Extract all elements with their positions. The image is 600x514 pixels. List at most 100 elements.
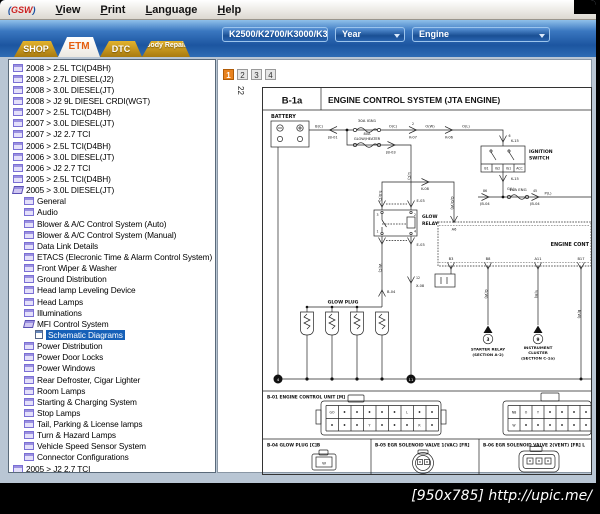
app-window: (GSW) View Print Language Help SHOP ETM … (0, 0, 596, 483)
sidebar-item[interactable]: 2008 > 2.5L TCI(D4BH) (9, 62, 215, 73)
ground-and-section-refs: 4 11 3 STARTER RELAY (SECTION A-2) 9 INS… (273, 325, 555, 384)
document-icon (24, 397, 34, 406)
sidebar-item[interactable]: 2006 > 3.0L DIESEL(JT) (9, 151, 215, 162)
sidebar-item[interactable]: Audio (9, 207, 215, 218)
connector-panel: B-01 ENGINE CONTROL UNIT [M] GO L Y R NB… (263, 390, 592, 474)
diagram-title-block: B-1a ENGINE CONTROL SYSTEM (JTA ENGINE) (263, 88, 591, 111)
sidebar-item[interactable]: 2007 > 3.0L DIESEL(JT) (9, 118, 215, 129)
sidebar-item[interactable]: 2008 > 3.0L DIESEL(JT) (9, 84, 215, 95)
sidebar-item-label: 2008 > 3.0L DIESEL(JT) (26, 84, 115, 95)
connector-label: B-04 (387, 290, 396, 294)
glow-plug-symbols: GLOW PLUG (300, 300, 389, 381)
sidebar-item[interactable]: Power Door Locks (9, 352, 215, 363)
sidebar-item-label: 2008 > 2.5L TCI(D4BH) (26, 62, 111, 73)
connector-label: K-06 (445, 136, 454, 140)
document-icon (24, 197, 34, 206)
sidebar-item[interactable]: Starting & Charging System (9, 396, 215, 407)
connector-label: K-08 (421, 187, 430, 191)
chevron-down-icon (539, 34, 545, 38)
sidebar-item[interactable]: Tail, Parking & License lamps (9, 419, 215, 430)
sidebar-item[interactable]: Blower & A/C Control System (Manual) (9, 229, 215, 240)
sidebar-item[interactable]: Ground Distribution (9, 274, 215, 285)
tab-dtc[interactable]: DTC (100, 41, 142, 57)
sidebar-item-label: 2006 > J2 2.7 TCI (26, 162, 91, 173)
sidebar-item[interactable]: Rear Defroster, Cigar Lighter (9, 374, 215, 385)
sidebar-item[interactable]: Power Windows (9, 363, 215, 374)
sidebar-item-label: 2005 > 2.5L TCI(D4BH) (26, 173, 111, 184)
sidebar-item[interactable]: Connector Configurations (9, 452, 215, 463)
sidebar-item[interactable]: 2005 > J2 2.7 TCI (9, 463, 215, 472)
connector-title: B-04 GLOW PLUG [C]B (267, 443, 320, 449)
wire-label: L(C) (407, 172, 411, 180)
component-label: IGNITION (529, 149, 553, 155)
sidebar-item[interactable]: MFI Control System (9, 318, 215, 329)
year-select-value: Year (342, 29, 362, 39)
app-logo-icon: (GSW) (8, 4, 36, 15)
sidebar-item[interactable]: Head Lamps (9, 296, 215, 307)
sidebar-item[interactable]: 2007 > J2 2.7 TCI (9, 129, 215, 140)
connector-title: B-01 ENGINE CONTROL UNIT [M] (267, 395, 345, 401)
pin-number: 2 (414, 213, 416, 217)
menu-help[interactable]: Help (217, 4, 241, 16)
open-folder-icon (12, 186, 24, 195)
menu-language[interactable]: Language (145, 4, 197, 16)
sidebar-item[interactable]: ETACS (Elecronic Time & Alarm Control Sy… (9, 251, 215, 262)
sidebar-item[interactable]: 2005 > 2.5L TCI(D4BH) (9, 173, 215, 184)
content-area: 2008 > 2.5L TCI(D4BH) 2008 > 2.7L DIESEL(… (0, 57, 596, 483)
year-select[interactable]: Year (335, 27, 405, 42)
document-icon (24, 286, 34, 295)
sidebar-item[interactable]: General (9, 196, 215, 207)
model-select[interactable]: K2500/K2700/K3000/K3000S( (222, 27, 328, 42)
connector-label: JB-03 (385, 151, 395, 155)
sidebar-item[interactable]: Data Link Details (9, 240, 215, 251)
battery-label: BATTERY (271, 114, 296, 120)
wire-label: B(C) (315, 125, 323, 129)
sidebar-item[interactable]: Power Distribution (9, 341, 215, 352)
sidebar-item[interactable]: Blower & A/C Control System (Auto) (9, 218, 215, 229)
sidebar-item[interactable]: Front Wiper & Washer (9, 263, 215, 274)
menu-print[interactable]: Print (100, 4, 125, 16)
section-label: (SECTION C-1a) (521, 356, 555, 361)
ecu-pin-label: B17 (577, 257, 584, 261)
engine-select[interactable]: Engine (412, 27, 550, 42)
pin-number: 45 (533, 189, 537, 193)
connector-title: B-05 EGR SOLENOID VALVE 1(VAC) [FR] (375, 443, 470, 449)
document-icon (13, 108, 23, 117)
connector-label: JB-01 (327, 136, 337, 140)
page-button-3[interactable]: 3 (251, 69, 262, 80)
document-icon (24, 275, 34, 284)
page-button-4[interactable]: 4 (265, 69, 276, 80)
sidebar-item[interactable]: 2006 > 2.5L TCI(D4BH) (9, 140, 215, 151)
sidebar-item-label: 2007 > 2.5L TCI(D4BH) (26, 107, 111, 118)
component-label: GLOW (422, 214, 438, 220)
section-label: CLUSTER (528, 350, 547, 355)
sidebar-item[interactable]: 2005 > 3.0L DIESEL(JT) (9, 185, 215, 196)
document-icon (24, 297, 34, 306)
diagram-panel: 1234 22 B-1a ENGINE CONTROL SYSTEM (JTA … (217, 59, 592, 475)
sidebar-item[interactable]: Schematic Diagrams (9, 329, 215, 340)
page-button-2[interactable]: 2 (237, 69, 248, 80)
sidebar-item[interactable]: Stop Lamps (9, 407, 215, 418)
sidebar-item[interactable]: Illuminations (9, 307, 215, 318)
sidebar-item[interactable]: 2006 > J2 2.7 TCI (9, 162, 215, 173)
sidebar-item[interactable]: 2007 > 2.5L TCI(D4BH) (9, 107, 215, 118)
diagram-title: ENGINE CONTROL SYSTEM (JTA ENGINE) (328, 95, 500, 105)
sidebar-item-label: Power Windows (37, 363, 96, 374)
tab-etm[interactable]: ETM (58, 37, 100, 57)
page-button-1[interactable]: 1 (223, 69, 234, 80)
tab-body-repair[interactable]: Body Repair (142, 41, 190, 57)
section-ref: 9 (537, 337, 540, 343)
sidebar-item[interactable]: Turn & Hazard Lamps (9, 430, 215, 441)
sidebar-item[interactable]: Room Lamps (9, 385, 215, 396)
sidebar-item[interactable]: 2008 > J2 9L DIESEL CRDI(WGT) (9, 95, 215, 106)
tab-shop[interactable]: SHOP (14, 41, 58, 57)
sidebar-item[interactable]: 2008 > 2.7L DIESEL(J2) (9, 73, 215, 84)
menu-view[interactable]: View (56, 4, 81, 16)
document-icon (24, 252, 34, 261)
sidebar-item-label: General (37, 196, 66, 207)
sidebar-item[interactable]: Head lamp Leveling Device (9, 285, 215, 296)
document-icon (24, 208, 34, 217)
sidebar-item-label: Vehicle Speed Sensor System (37, 441, 146, 452)
sidebar-item[interactable]: Vehicle Speed Sensor System (9, 441, 215, 452)
pin-let: Y (537, 411, 539, 415)
